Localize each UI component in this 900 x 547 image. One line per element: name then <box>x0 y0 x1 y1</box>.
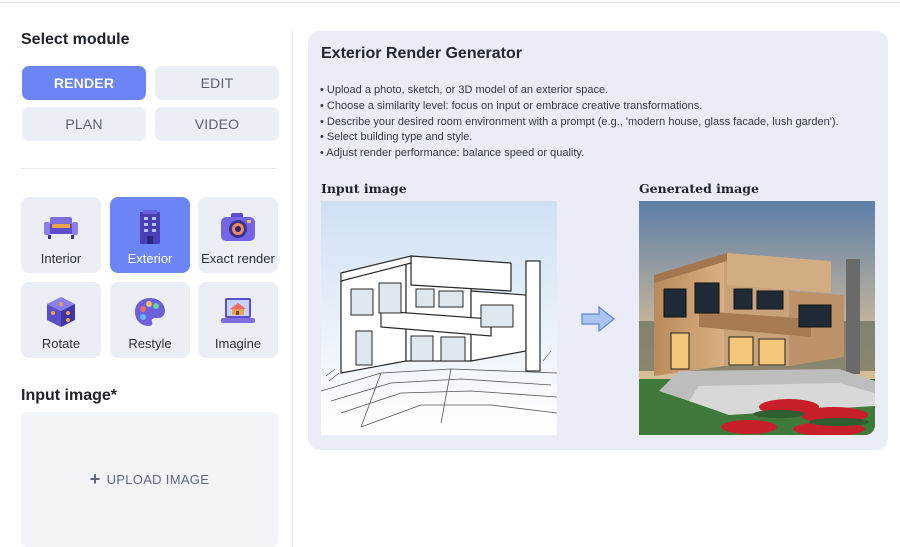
sofa-icon <box>43 209 79 245</box>
info-card: Exterior Render Generator • Upload a pho… <box>308 31 888 450</box>
palette-icon <box>132 294 168 330</box>
card-title: Exterior Render Generator <box>321 45 522 62</box>
tool-imagine[interactable]: Imagine <box>198 282 278 358</box>
tool-interior-label: Interior <box>40 251 82 266</box>
laptop-house-icon <box>220 294 256 330</box>
tool-rotate[interactable]: Rotate <box>21 282 101 358</box>
panel-divider <box>292 30 293 547</box>
input-image-label: Input image <box>321 181 407 196</box>
section-divider <box>21 168 277 169</box>
building-icon <box>132 209 168 245</box>
input-sketch-image <box>321 201 557 435</box>
tool-interior[interactable]: Interior <box>21 197 101 273</box>
plus-icon: + <box>89 469 101 489</box>
tool-exterior[interactable]: Exterior <box>110 197 190 273</box>
instruction-item: • Select building type and style. <box>320 131 473 144</box>
instruction-item: • Describe your desired room environment… <box>320 115 839 128</box>
module-render-button[interactable]: RENDER <box>22 66 146 100</box>
module-video-button[interactable]: VIDEO <box>155 107 279 141</box>
cube-icon <box>43 294 79 330</box>
generated-render-image <box>639 201 875 435</box>
module-plan-button[interactable]: PLAN <box>22 107 146 141</box>
instructions-list: • Upload a photo, sketch, or 3D model of… <box>320 83 839 162</box>
tool-rotate-label: Rotate <box>41 336 81 351</box>
input-image-title: Input image* <box>21 387 118 404</box>
camera-icon <box>220 209 256 245</box>
tool-exterior-label: Exterior <box>127 251 173 266</box>
upload-image-label: UPLOAD IMAGE <box>106 472 210 487</box>
generated-image-label: Generated image <box>639 181 759 196</box>
instruction-item: • Adjust render performance: balance spe… <box>320 147 585 160</box>
sidebar: Select module RENDER EDIT PLAN VIDEO Int… <box>0 0 292 547</box>
tool-exact-render-label: Exact render <box>201 251 275 266</box>
tool-exact-render[interactable]: Exact render <box>198 197 278 273</box>
tool-restyle[interactable]: Restyle <box>110 282 190 358</box>
tool-restyle-label: Restyle <box>128 336 172 351</box>
select-module-title: Select module <box>21 31 130 48</box>
upload-image-dropzone[interactable]: + UPLOAD IMAGE <box>21 412 278 547</box>
arrow-right-icon <box>581 305 615 337</box>
instruction-item: • Upload a photo, sketch, or 3D model of… <box>320 84 609 96</box>
module-edit-button[interactable]: EDIT <box>155 66 279 100</box>
tool-imagine-label: Imagine <box>214 336 262 351</box>
instruction-item: • Choose a similarity level: focus on in… <box>320 99 703 112</box>
